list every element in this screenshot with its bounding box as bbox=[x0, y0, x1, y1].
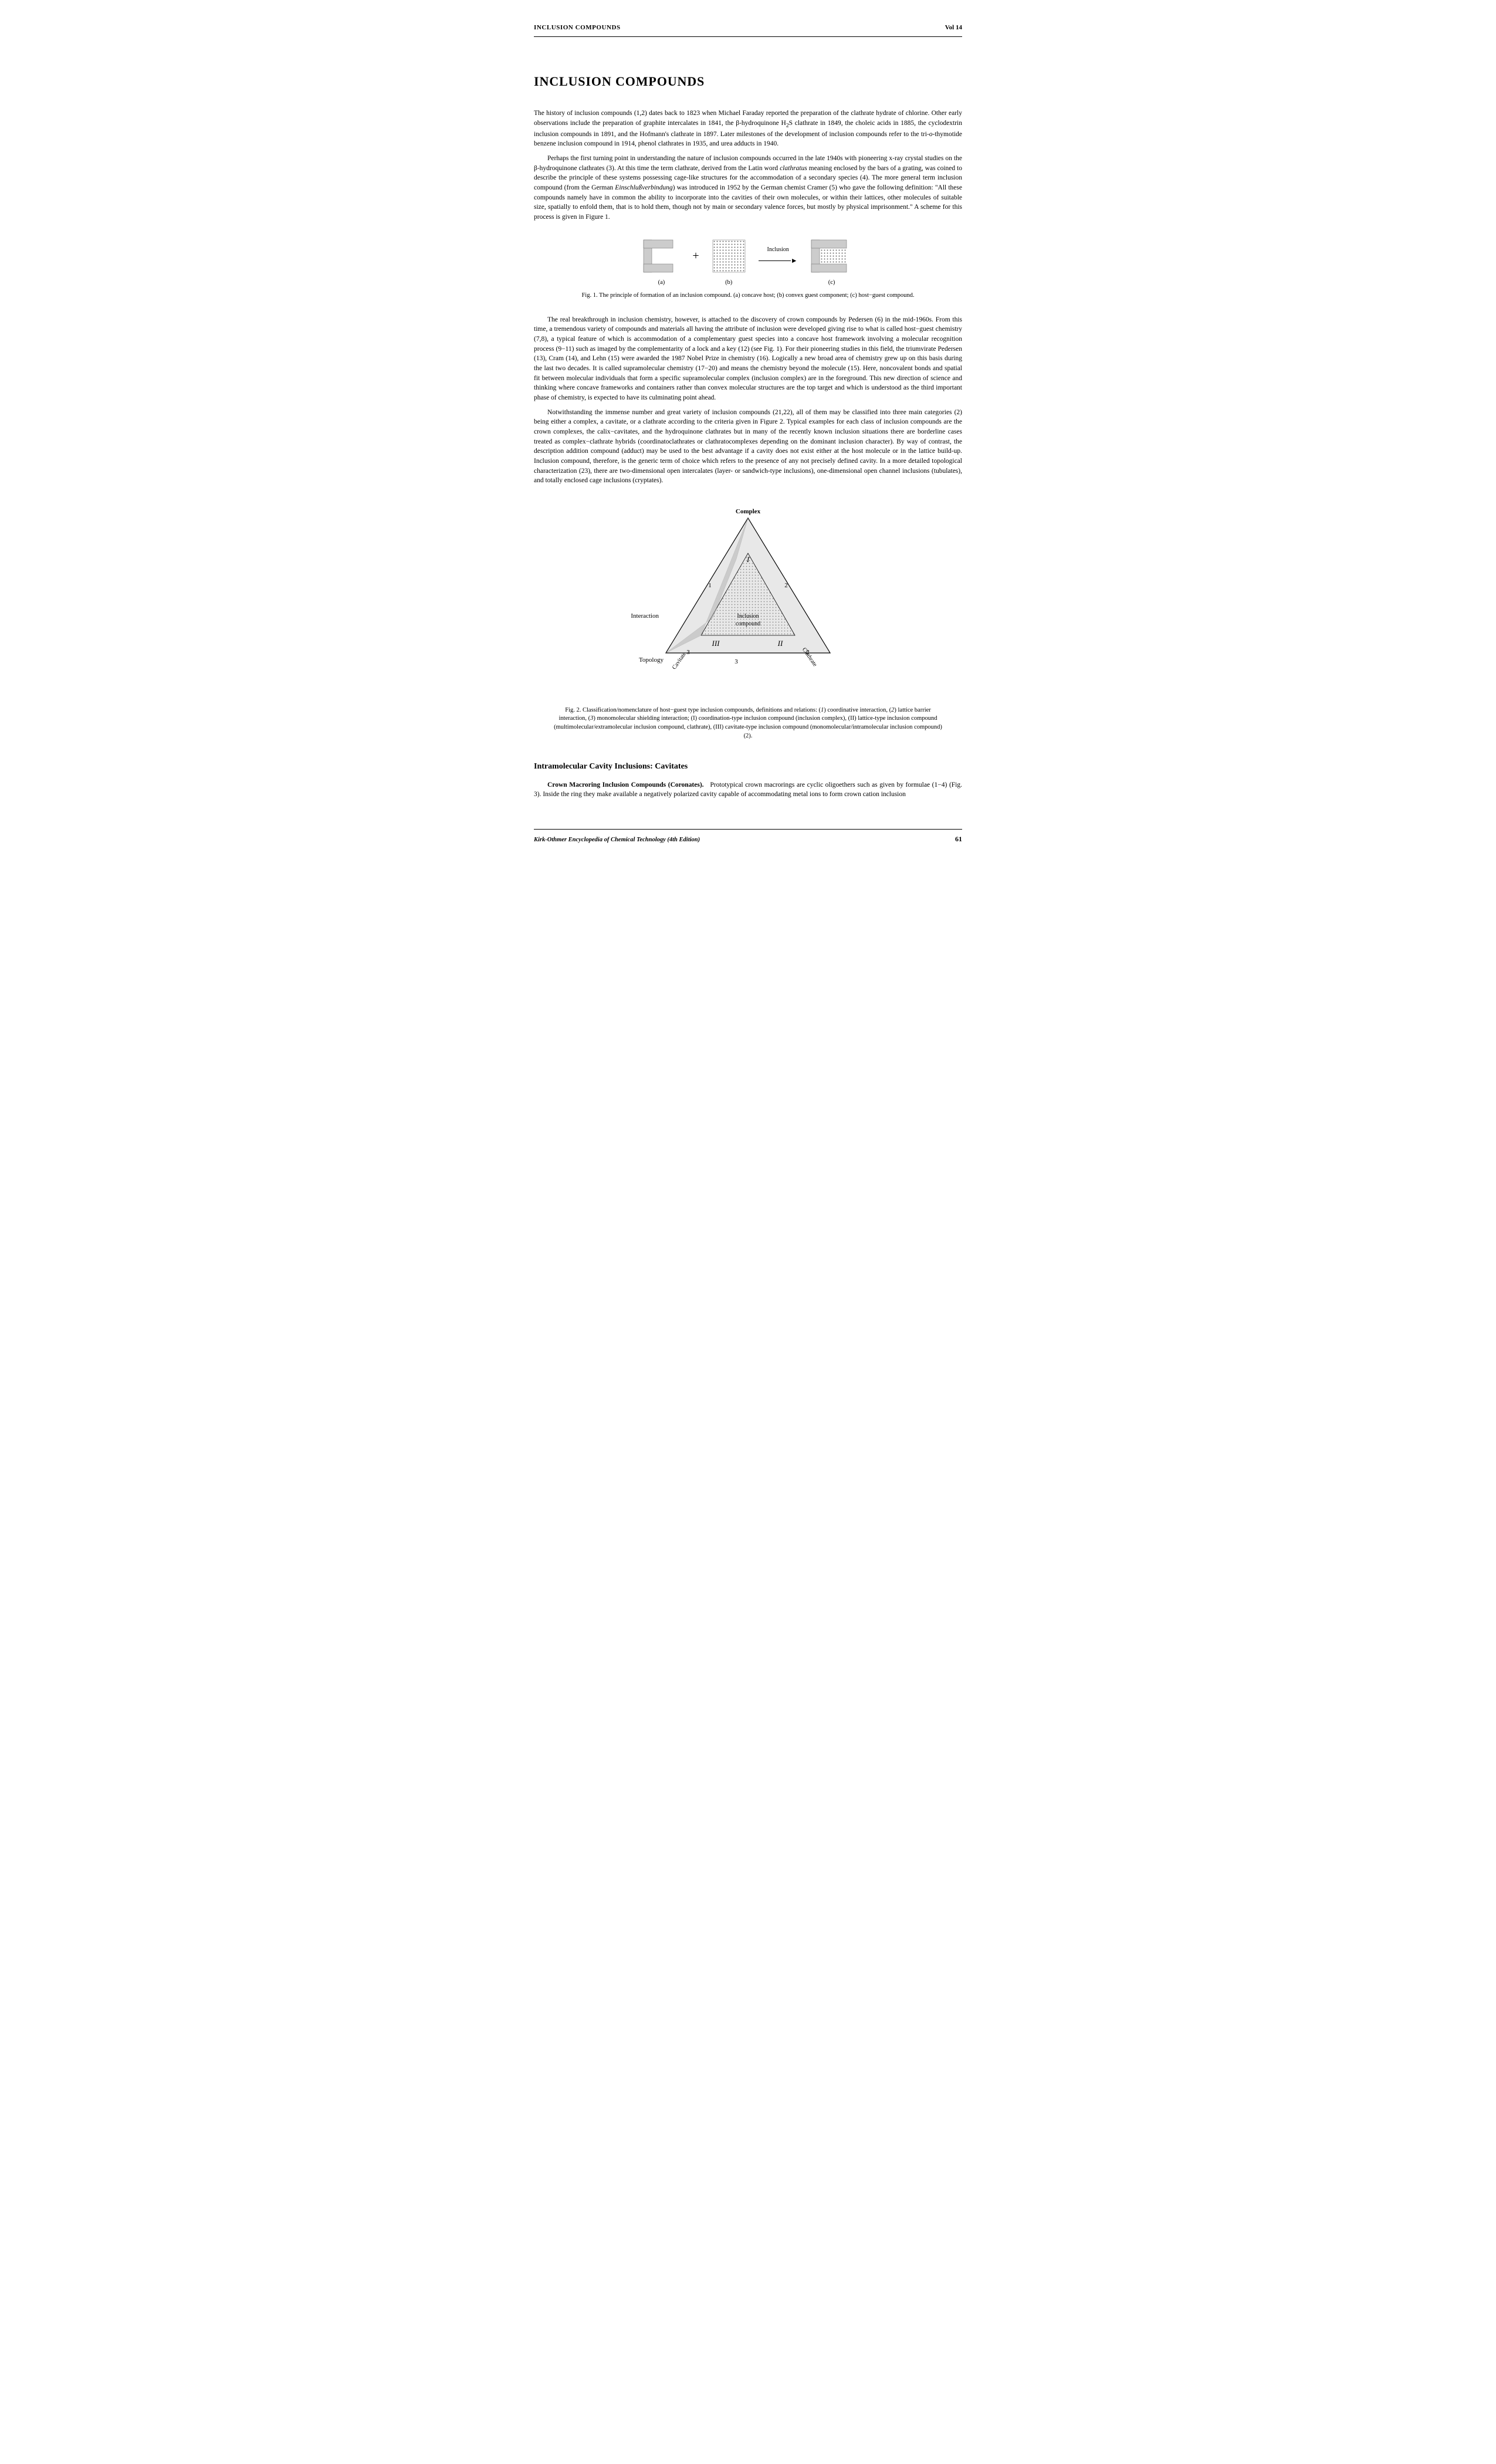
fig1-plus: + bbox=[692, 248, 699, 265]
fig1-arrow-line-container: ► bbox=[759, 256, 798, 266]
fig1-part-a: (a) bbox=[641, 237, 682, 287]
paragraph-2: Perhaps the first turning point in under… bbox=[534, 154, 962, 222]
roman-III: III bbox=[712, 639, 720, 648]
svg-text:compound: compound bbox=[736, 621, 760, 627]
inclusion-compound-label: Inclusion bbox=[737, 613, 759, 620]
section-body: Crown Macroring Inclusion Compounds (Cor… bbox=[534, 780, 962, 800]
paragraph-4: Notwithstanding the immense number and g… bbox=[534, 408, 962, 486]
article-title: INCLUSION COMPOUNDS bbox=[534, 72, 962, 91]
complex-label: Complex bbox=[736, 508, 761, 515]
fig1-arrow-label: Inclusion bbox=[767, 246, 789, 255]
num-1: 1 bbox=[708, 582, 712, 589]
body-paragraphs-2: The real breakthrough in inclusion chemi… bbox=[534, 315, 962, 486]
num-2b: 2 bbox=[806, 649, 810, 656]
paragraph-3: The real breakthrough in inclusion chemi… bbox=[534, 315, 962, 403]
page-header: INCLUSION COMPOUNDS Vol 14 bbox=[534, 23, 962, 37]
num-3b: 3 bbox=[735, 658, 738, 665]
roman-I: I bbox=[746, 555, 750, 564]
footer-encyclopedia: Kirk-Othmer Encyclopedia of Chemical Tec… bbox=[534, 835, 700, 844]
intro-paragraphs: The history of inclusion compounds (1,2)… bbox=[534, 109, 962, 222]
subsection-bold: Crown Macroring Inclusion Compounds (Cor… bbox=[547, 781, 704, 788]
fig1-arrow-line bbox=[759, 260, 791, 261]
fig1-label-a: (a) bbox=[658, 278, 665, 287]
fig1-part-b: (b) bbox=[710, 237, 748, 287]
num-2: 2 bbox=[784, 582, 788, 589]
paragraph-1: The history of inclusion compounds (1,2)… bbox=[534, 109, 962, 149]
fig1-part-c: (c) bbox=[808, 237, 855, 287]
section-heading-cavitates: Intramolecular Cavity Inclusions: Cavita… bbox=[534, 761, 962, 773]
paragraph-5: Crown Macroring Inclusion Compounds (Cor… bbox=[534, 780, 962, 800]
topology-label: Topology bbox=[639, 656, 664, 664]
page-footer: Kirk-Othmer Encyclopedia of Chemical Tec… bbox=[534, 829, 962, 844]
header-title: INCLUSION COMPOUNDS bbox=[534, 23, 621, 33]
fig1-arrow: Inclusion ► bbox=[759, 246, 798, 266]
figure-1-caption: Fig. 1. The principle of formation of an… bbox=[534, 292, 962, 300]
figure-1: (a) + (b) Inclusion ► bbox=[534, 237, 962, 300]
figure-2-caption: Fig. 2. Classification/nomenclature of h… bbox=[534, 706, 962, 741]
fig1-label-c: (c) bbox=[828, 278, 835, 287]
fig1-label-b: (b) bbox=[725, 278, 732, 287]
interaction-label: Interaction bbox=[631, 612, 659, 620]
header-vol: Vol 14 bbox=[945, 23, 962, 33]
figure-1-diagram: (a) + (b) Inclusion ► bbox=[534, 237, 962, 287]
fig1-arrow-head: ► bbox=[791, 256, 798, 266]
footer-page: 61 bbox=[955, 834, 962, 844]
figure-2-svg: Complex I 1 2 Interaction Inclusion comp… bbox=[619, 500, 877, 688]
roman-II: II bbox=[777, 639, 783, 648]
figure-2: Complex I 1 2 Interaction Inclusion comp… bbox=[534, 500, 962, 692]
num-3: 3 bbox=[686, 649, 690, 656]
cavitate-label: Cavitate bbox=[671, 651, 688, 671]
